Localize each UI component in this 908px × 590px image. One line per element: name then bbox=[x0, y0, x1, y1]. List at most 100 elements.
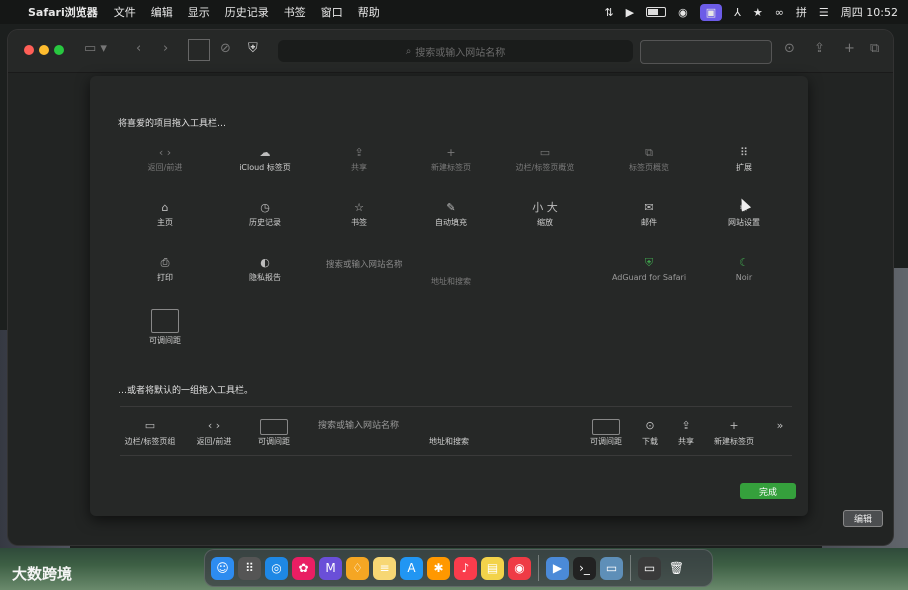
palette-item-label: 可调间距 bbox=[149, 336, 181, 345]
done-button[interactable]: 完成 bbox=[740, 483, 796, 499]
forward-icon[interactable]: › bbox=[163, 41, 168, 56]
palette-item-zoom[interactable]: 小 大 缩放 bbox=[500, 201, 590, 228]
palette-item-privacy-report[interactable]: ◐ 隐私报告 bbox=[220, 256, 310, 283]
tab-overview-icon: ⧉ bbox=[645, 146, 653, 159]
stickies-icon[interactable]: ▤ bbox=[481, 556, 504, 580]
back-icon[interactable]: ‹ bbox=[136, 41, 141, 56]
palette-item-autofill[interactable]: ✎ 自动填充 bbox=[406, 201, 496, 228]
app-icon-m[interactable]: M bbox=[319, 556, 342, 580]
safari-icon[interactable]: ◎ bbox=[265, 556, 288, 580]
palette-item-bookmarks[interactable]: ☆ 书签 bbox=[314, 201, 404, 228]
default-item-back-forward: ‹ › 返回/前进 bbox=[184, 419, 244, 447]
safari-window: ▭ ▾ ‹ › ⊘ ⛨ ⌕ 搜索或输入网站名称 ⊙ ⇪ + ⧉ 将喜爱的项目拖入… bbox=[8, 30, 893, 545]
palette-address-field[interactable]: 搜索或输入网站名称 bbox=[326, 258, 403, 270]
default-item-label: 边栏/标签页组 bbox=[124, 437, 176, 446]
music-icon[interactable]: ♪ bbox=[454, 556, 477, 580]
menu-help[interactable]: 帮助 bbox=[358, 4, 380, 20]
default-item-address: 搜索或输入网站名称 地址和搜索 bbox=[314, 419, 584, 447]
default-item-downloads: ⊙ 下载 bbox=[632, 419, 668, 447]
menu-file[interactable]: 文件 bbox=[114, 4, 136, 20]
screen-capture-icon[interactable]: ▣ bbox=[699, 3, 723, 21]
menu-view[interactable]: 显示 bbox=[188, 4, 210, 20]
privacy-icon[interactable]: ⊘ bbox=[220, 41, 231, 56]
default-item-share: ⇪ 共享 bbox=[668, 419, 704, 447]
home-icon: ⌂ bbox=[161, 201, 169, 214]
palette-item-history[interactable]: ◷ 历史记录 bbox=[220, 201, 310, 228]
palette-item-extensions[interactable]: ⠿ 扩展 bbox=[699, 146, 789, 173]
acrobat-icon[interactable]: ⅄ bbox=[734, 6, 741, 19]
menu-window[interactable]: 窗口 bbox=[321, 4, 343, 20]
palette-item-back-forward[interactable]: ‹ › 返回/前进 bbox=[120, 146, 210, 173]
input-method-icon[interactable]: 拼 bbox=[796, 4, 807, 20]
sidebar-icon[interactable]: ▭ ▾ bbox=[84, 41, 107, 56]
star-icon[interactable]: ★ bbox=[753, 6, 763, 19]
back-forward-icon: ‹ › bbox=[158, 146, 172, 159]
launchpad-icon[interactable]: ⠿ bbox=[238, 556, 261, 580]
adguard-shield-icon[interactable]: ⛨ bbox=[248, 41, 258, 56]
record-icon[interactable]: ◉ bbox=[678, 6, 688, 19]
palette-item-mail[interactable]: ✉ 邮件 bbox=[604, 201, 694, 228]
palette-item-print[interactable]: ⎙ 打印 bbox=[120, 256, 210, 283]
plus-icon: + bbox=[446, 146, 456, 159]
trash-icon[interactable]: 🗑 bbox=[665, 557, 688, 580]
default-item-label: 可调间距 bbox=[258, 437, 290, 446]
default-item-flex-space-2: 可调间距 bbox=[576, 419, 636, 447]
zoom-window-button[interactable] bbox=[54, 45, 64, 55]
notes-icon[interactable]: ≡ bbox=[373, 556, 396, 580]
battery-icon[interactable] bbox=[646, 7, 667, 17]
photo-editor-icon[interactable]: ✱ bbox=[427, 556, 450, 580]
palette-item-icloud-tabs[interactable]: ☁ iCloud 标签页 bbox=[220, 146, 310, 173]
palette-item-label: 地址和搜索 bbox=[431, 277, 471, 286]
address-bar[interactable]: ⌕ 搜索或输入网站名称 bbox=[278, 40, 633, 62]
preview-icon[interactable]: ▭ bbox=[600, 556, 623, 580]
mail-icon: ✉ bbox=[644, 201, 654, 214]
palette-item-sidebar-overview[interactable]: ▭ 边栏/标签页概览 bbox=[500, 146, 590, 173]
dock-separator bbox=[630, 555, 631, 581]
palette-item-share[interactable]: ⇪ 共享 bbox=[314, 146, 404, 173]
app-store-icon[interactable]: A bbox=[400, 556, 423, 580]
control-center-icon[interactable]: ☰ bbox=[819, 6, 829, 19]
default-item-label: 可调间距 bbox=[590, 437, 622, 446]
minimized-window-icon[interactable]: ▭ bbox=[638, 556, 661, 580]
netease-music-icon[interactable]: ◉ bbox=[508, 556, 531, 580]
palette-item-home[interactable]: ⌂ 主页 bbox=[120, 201, 210, 228]
photos-icon[interactable]: ✿ bbox=[292, 556, 315, 580]
palette-item-address-search[interactable]: 地址和搜索 bbox=[406, 274, 496, 287]
menu-edit[interactable]: 编辑 bbox=[151, 4, 173, 20]
menu-app-name[interactable]: Safari浏览器 bbox=[28, 4, 98, 20]
flexible-space-icon bbox=[244, 419, 304, 435]
finder-icon[interactable]: ☺ bbox=[211, 556, 234, 580]
sliders-icon[interactable]: ⇅ bbox=[604, 6, 613, 19]
share-icon[interactable]: ⇪ bbox=[814, 41, 825, 56]
menu-history[interactable]: 历史记录 bbox=[225, 4, 269, 20]
default-toolbar-set[interactable]: ▭ 边栏/标签页组 ‹ › 返回/前进 可调间距 搜索或输入网站名称 地址和搜索… bbox=[120, 406, 792, 456]
palette-item-adguard[interactable]: ⛨ AdGuard for Safari bbox=[604, 256, 694, 283]
tab-overview-icon[interactable]: ⧉ bbox=[870, 41, 879, 56]
watermark: 大数跨境 bbox=[12, 565, 73, 583]
bookmark-star-icon: ☆ bbox=[354, 201, 364, 214]
palette-item-flexible-space[interactable]: 可调间距 bbox=[120, 309, 210, 346]
quicktime-icon[interactable]: ▶ bbox=[546, 556, 569, 580]
palette-item-label: 返回/前进 bbox=[147, 163, 183, 172]
minimize-window-button[interactable] bbox=[39, 45, 49, 55]
default-item-label: 地址和搜索 bbox=[429, 437, 469, 446]
palette-item-label: 书签 bbox=[351, 218, 367, 227]
link-icon[interactable]: ∞ bbox=[775, 6, 784, 19]
menu-bookmarks[interactable]: 书签 bbox=[284, 4, 306, 20]
share-icon: ⇪ bbox=[354, 146, 364, 159]
palette-item-noir[interactable]: ☾ Noir bbox=[699, 256, 789, 283]
default-item-sidebar: ▭ 边栏/标签页组 bbox=[120, 419, 180, 447]
edit-button[interactable]: 编辑 bbox=[843, 510, 883, 527]
play-icon[interactable]: ▶ bbox=[626, 6, 634, 19]
dock: ☺ ⠿ ◎ ✿ M ♢ ≡ A ✱ ♪ ▤ ◉ ▶ ›_ ▭ ▭ 🗑 bbox=[204, 549, 713, 587]
palette-item-new-tab[interactable]: + 新建标签页 bbox=[406, 146, 496, 173]
download-icon[interactable]: ⊙ bbox=[784, 41, 795, 56]
new-tab-icon[interactable]: + bbox=[844, 41, 855, 56]
palette-item-tab-overview[interactable]: ⧉ 标签页概览 bbox=[604, 146, 694, 173]
butterfly-app-icon[interactable]: ♢ bbox=[346, 556, 369, 580]
terminal-icon[interactable]: ›_ bbox=[573, 556, 596, 580]
sidebar-icon: ▭ bbox=[144, 419, 156, 432]
palette-item-label: 网站设置 bbox=[728, 218, 760, 227]
menubar-clock[interactable]: 周四 10:52 bbox=[841, 4, 898, 20]
close-window-button[interactable] bbox=[24, 45, 34, 55]
